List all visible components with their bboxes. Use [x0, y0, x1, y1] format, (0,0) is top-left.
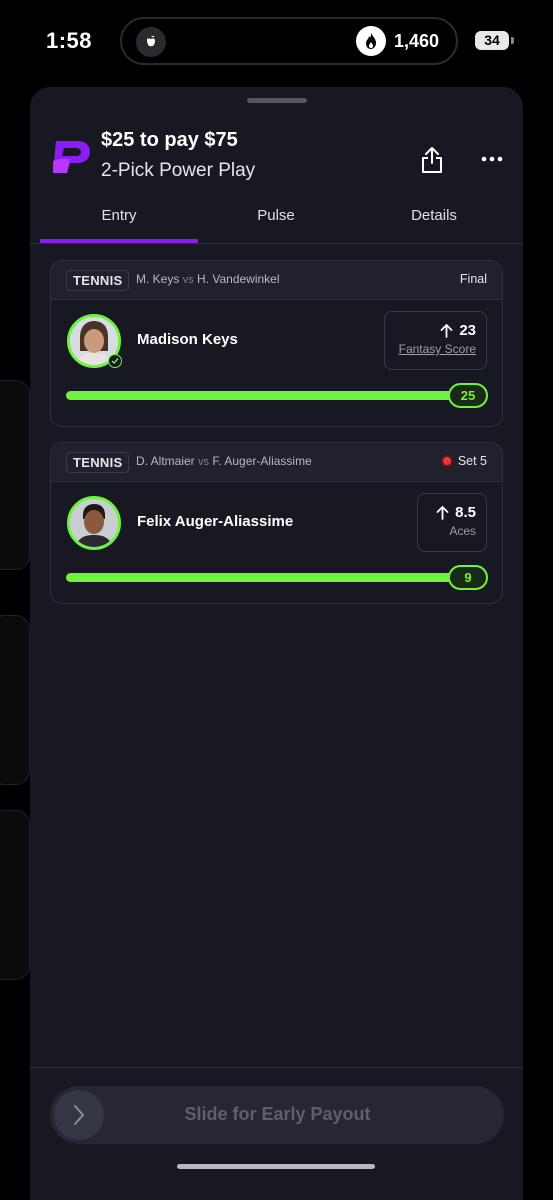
- arrow-up-icon: [440, 323, 453, 338]
- sheet-grabber[interactable]: [247, 98, 307, 103]
- player-avatar: [67, 496, 121, 550]
- chevron-right-icon: [74, 1105, 85, 1125]
- slider-label: Slide for Early Payout: [184, 1104, 371, 1124]
- pick-card-header: TENNIS M. Keys vs H. Vandewinkel Final: [51, 261, 502, 300]
- home-indicator: [177, 1164, 375, 1169]
- matchup-vs: vs: [182, 274, 194, 286]
- pick-card[interactable]: TENNIS M. Keys vs H. Vandewinkel Final M…: [50, 260, 503, 427]
- entry-sheet: $25 to pay $75 2-Pick Power Play Entry P…: [30, 87, 523, 1200]
- result-pill: 9: [448, 565, 488, 590]
- background-panel: [0, 615, 30, 785]
- entry-subtitle: 2-Pick Power Play: [101, 160, 256, 181]
- matchup-player-a: M. Keys: [136, 272, 180, 286]
- flame-icon: [356, 26, 386, 56]
- projection-box[interactable]: 23 Fantasy Score: [384, 311, 487, 370]
- projection-box[interactable]: 8.5 Aces: [417, 493, 487, 552]
- battery-indicator: 34: [475, 31, 509, 50]
- stat-type: Aces: [449, 524, 476, 538]
- more-icon: [481, 156, 503, 162]
- game-status: Set 5: [440, 454, 487, 468]
- tab-details[interactable]: Details: [355, 207, 513, 224]
- projection-value: 23: [459, 322, 476, 339]
- progress-bar: [66, 391, 456, 400]
- pick-card-header: TENNIS D. Altmaier vs F. Auger-Aliassime…: [51, 443, 502, 482]
- matchup-player-a: D. Altmaier: [136, 454, 195, 468]
- early-payout-slider[interactable]: Slide for Early Payout: [50, 1086, 504, 1144]
- tab-pulse[interactable]: Pulse: [197, 207, 355, 224]
- status-time: 1:58: [46, 28, 93, 53]
- pick-card[interactable]: TENNIS D. Altmaier vs F. Auger-Aliassime…: [50, 442, 503, 604]
- arrow-up-icon: [436, 505, 449, 520]
- app-icon: [136, 27, 166, 57]
- prizepicks-logo-icon: [50, 137, 92, 177]
- check-icon: [108, 354, 122, 368]
- tab-bar: Entry Pulse Details: [30, 195, 523, 244]
- sport-badge: TENNIS: [66, 452, 130, 473]
- result-pill: 25: [448, 383, 488, 408]
- background-panel: [0, 810, 30, 980]
- progress-bar: [66, 573, 456, 582]
- island-count: 1,460: [394, 31, 440, 51]
- dynamic-island[interactable]: 1,460: [120, 17, 458, 65]
- matchup: M. Keys vs H. Vandewinkel: [136, 272, 280, 286]
- game-status-label: Set 5: [457, 454, 487, 468]
- matchup-player-b: F. Auger-Aliassime: [212, 454, 312, 468]
- background-panel: [0, 380, 30, 570]
- share-icon: [422, 147, 442, 173]
- player-name: Madison Keys: [137, 331, 238, 348]
- more-options-button[interactable]: [479, 146, 505, 172]
- live-indicator-icon: [440, 455, 453, 467]
- entry-title: $25 to pay $75: [101, 129, 238, 151]
- tab-entry[interactable]: Entry: [40, 207, 198, 224]
- share-button[interactable]: [417, 143, 447, 177]
- game-status: Final: [459, 272, 487, 286]
- projection-line: 8.5: [428, 504, 476, 521]
- slider-knob[interactable]: [54, 1090, 104, 1140]
- battery-tip: [511, 37, 514, 44]
- bottom-action-area: Slide for Early Payout: [30, 1067, 523, 1200]
- matchup-player-b: H. Vandewinkel: [197, 272, 280, 286]
- stat-type[interactable]: Fantasy Score: [395, 342, 476, 356]
- player-name: Felix Auger-Aliassime: [137, 513, 294, 530]
- active-tab-indicator: [40, 239, 198, 243]
- projection-value: 8.5: [455, 504, 476, 521]
- matchup: D. Altmaier vs F. Auger-Aliassime: [136, 454, 312, 468]
- status-bar: 1:58 1,460 34: [0, 0, 553, 80]
- matchup-vs: vs: [198, 456, 210, 468]
- sport-badge: TENNIS: [66, 270, 130, 291]
- projection-line: 23: [395, 322, 476, 339]
